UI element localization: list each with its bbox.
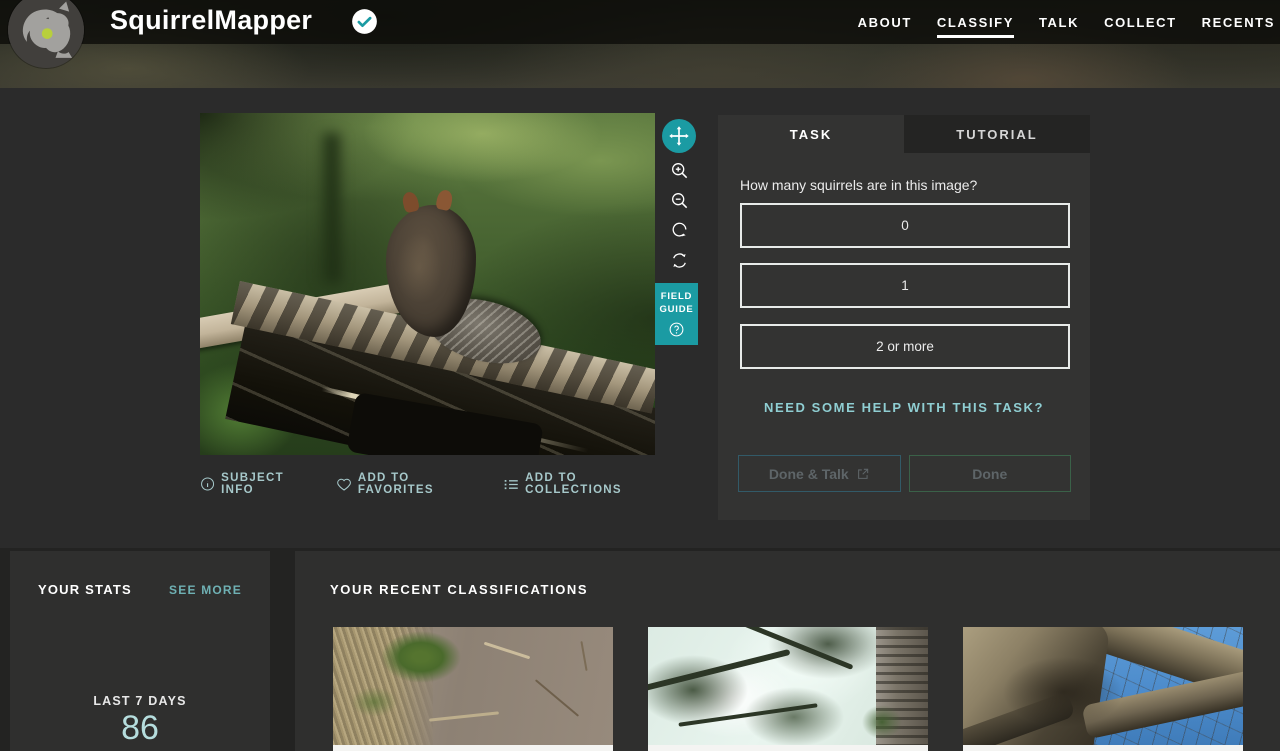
thumbnail-footer [648,745,928,751]
tab-tutorial[interactable]: TUTORIAL [904,115,1090,153]
nav-item-classify[interactable]: CLASSIFY [936,15,1015,38]
done-label: Done [972,465,1008,482]
stats-count-value: 86 [121,709,159,747]
recent-classification-thumbnail-ground[interactable] [333,627,613,751]
rotate-icon [672,222,686,237]
bark-shadow [1003,657,1123,727]
subject-actions-row: SUBJECT INFO ADD TO FAVORITES ADD TO COL… [200,472,670,496]
add-to-collections-label: ADD TO COLLECTIONS [525,472,622,496]
stats-period-label: LAST 7 DAYS [93,694,187,708]
task-panel: TASK TUTORIAL How many squirrels are in … [718,115,1090,520]
your-stats-panel: YOUR STATS SEE MORE LAST 7 DAYS 86 [10,551,270,751]
add-to-favorites-button[interactable]: ADD TO FAVORITES [336,472,483,496]
stats-title: YOUR STATS [38,582,132,597]
pan-tool-button[interactable] [662,119,696,153]
subject-info-button[interactable]: SUBJECT INFO [200,472,316,496]
list-icon [504,479,518,489]
done-buttons-row: Done & Talk Done [738,455,1071,492]
green-grass-tuft [351,687,397,717]
field-guide-label-line2: GUIDE [659,303,694,315]
recent-classifications-panel: YOUR RECENT CLASSIFICATIONS [295,551,1280,751]
green-grass-tuft [381,631,461,683]
done-button[interactable]: Done [908,455,1071,492]
answer-button-2-or-more[interactable]: 2 or more [740,324,1070,369]
squirrel-icon [8,0,84,68]
task-question: How many squirrels are in this image? [740,177,978,193]
rotate-tool-button[interactable] [662,212,696,246]
question-circle-icon [669,322,684,336]
foliage [862,705,902,739]
add-to-collections-button[interactable]: ADD TO COLLECTIONS [503,472,670,496]
zoom-in-icon [671,162,687,178]
squirrel-back-highlight [396,233,442,303]
nav-item-talk[interactable]: TALK [1039,15,1079,30]
done-and-talk-label: Done & Talk [768,465,849,482]
main-navigation: ABOUT CLASSIFY TALK COLLECT RECENTS [858,0,1280,44]
answer-button-1[interactable]: 1 [740,263,1070,308]
field-guide-label-line1: FIELD [660,290,693,302]
answer-button-0[interactable]: 0 [740,203,1070,248]
page-title: SquirrelMapper [110,5,313,35]
zoom-in-tool-button[interactable] [662,153,696,187]
done-and-talk-button[interactable]: Done & Talk [738,455,901,492]
task-help-link[interactable]: NEED SOME HELP WITH THIS TASK? [718,400,1090,415]
task-panel-tabs: TASK TUTORIAL [718,115,1090,153]
project-banner-image: ABOUT CLASSIFY TALK COLLECT RECENTS Squi… [0,0,1280,88]
squirrelmapper-classify-page: ABOUT CLASSIFY TALK COLLECT RECENTS Squi… [0,0,1280,751]
thumbnail-footer [963,745,1243,751]
reset-circular-arrows-icon [672,252,686,268]
recent-classification-thumbnail-branches[interactable] [648,627,928,751]
move-arrows-icon [669,126,689,146]
recent-classification-thumbnail-tree[interactable] [963,627,1243,751]
field-guide-button[interactable]: FIELD GUIDE [655,283,698,345]
add-to-favorites-label: ADD TO FAVORITES [357,472,434,496]
nav-item-about[interactable]: ABOUT [858,15,912,30]
see-more-link[interactable]: SEE MORE [169,583,242,597]
foliage [744,687,844,747]
blurred-tree [318,133,344,283]
thumbnail-footer [333,745,613,751]
approved-project-check-icon [351,8,378,35]
project-logo-squirrel[interactable] [8,0,84,68]
external-link-icon [857,468,868,479]
reset-view-tool-button[interactable] [662,243,696,277]
subject-image[interactable] [200,113,655,455]
recent-classifications-title: YOUR RECENT CLASSIFICATIONS [330,582,589,597]
zoom-out-icon [671,192,687,208]
subject-info-label: SUBJECT INFO [221,472,284,496]
heart-icon [336,478,351,491]
info-icon [201,477,215,491]
nav-item-recents[interactable]: RECENTS [1202,15,1275,30]
nav-item-collect[interactable]: COLLECT [1104,15,1177,30]
tab-task[interactable]: TASK [718,115,904,153]
